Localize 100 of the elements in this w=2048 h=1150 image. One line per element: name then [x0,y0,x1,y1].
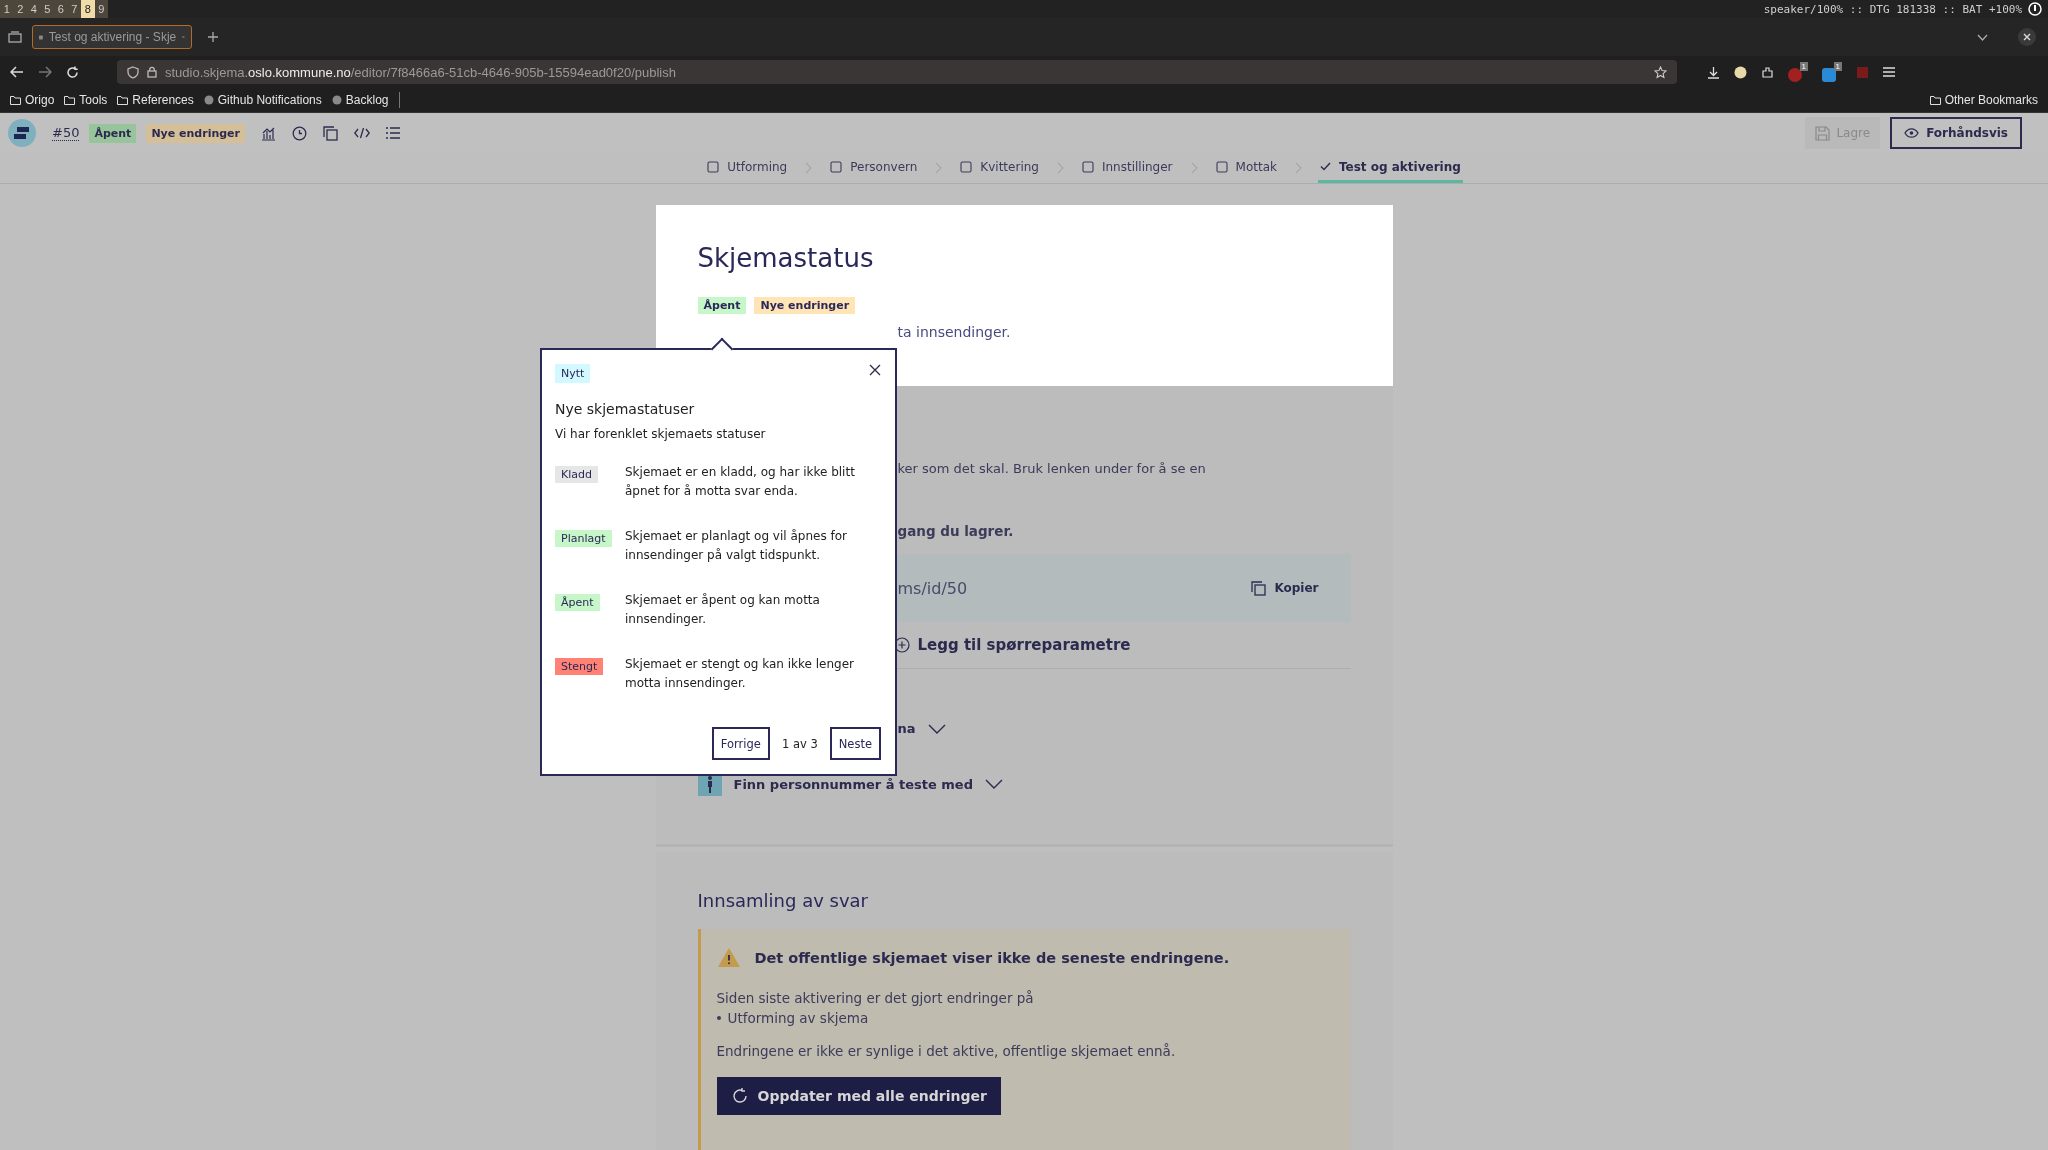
folder-icon [117,95,129,105]
status-description: Skjemaet er stengt og kan ikke lenger motta innsendinger. [625,656,855,692]
copy-icon [1251,580,1267,596]
workspace-number[interactable]: 1 [0,0,14,18]
add-parameters-button[interactable]: Legg til spørreparametre [893,636,1131,654]
copy-button[interactable]: Kopier [1245,579,1325,597]
status-description: ta innsendinger. [897,324,1012,340]
form-number: #50 [52,125,80,141]
bookmark-item[interactable]: Backlog [331,93,389,107]
menu-icon[interactable] [1883,67,1895,77]
system-status-text: speaker/100% :: DTG 181338 :: BAT +100% [1763,2,2022,16]
clock-icon[interactable] [292,125,307,141]
extension-circle-icon[interactable] [1734,65,1747,79]
list-icon[interactable] [386,127,400,139]
status-badge: Planlagt [555,530,612,547]
copy-icon[interactable] [323,125,338,141]
star-icon[interactable] [1654,65,1667,79]
status-badge: Åpent [697,297,747,314]
status-badge: Åpent [89,123,137,143]
alert-title: Det offentlige skjemaet viser ikke de seneste endringene. [754,949,1230,966]
floppy-icon [1815,125,1831,141]
chevron-right-icon [805,162,813,174]
tab-list-icon[interactable] [8,31,22,43]
status-badge: Stengt [555,658,604,675]
bookmark-item[interactable]: Github Notifications [203,93,322,107]
code-icon[interactable] [354,127,370,139]
folder-icon [10,95,21,105]
status-badge: Åpent [555,594,600,611]
bookmark-item[interactable]: Origo [10,93,55,107]
workspace-number[interactable]: 8 [81,0,95,18]
status-description: Skjemaet er åpent og kan motta innsendinger. [625,592,821,628]
close-icon[interactable] [869,364,881,376]
folder-icon [64,95,76,105]
status-badge: Nye endringer [146,123,245,143]
browser-tab[interactable]: Test og aktivering - Skje [32,25,192,49]
chevron-down-icon [985,779,1003,789]
alert-text: Siden siste aktivering er det gjort endringer på [716,990,1035,1006]
puzzle-icon[interactable] [1761,65,1774,79]
expander-button[interactable]: na [897,721,946,736]
test-intro-text: ker som det skal. Bruk lenken under for å se en [897,461,1206,476]
popup-title: Nye skjemastatuser [555,401,696,417]
check-icon [1319,162,1331,171]
previous-button[interactable]: Forrige [711,727,770,760]
popup-subtitle: Vi har forenklet skjemaets statuser [555,427,767,441]
link-text: ms/id/50 [897,578,969,598]
step-icon [830,160,843,173]
app-logo-icon[interactable] [8,119,36,147]
shield-icon [127,65,139,79]
workspace-number[interactable]: 6 [54,0,68,18]
reload-icon[interactable] [66,65,79,79]
bookmark-item[interactable]: Tools [64,93,108,107]
tab-title: Test og aktivering - Skje [48,30,177,44]
step-tab[interactable]: Utforming [705,153,790,183]
chevron-right-icon [935,162,943,174]
alert-text: Endringene er ikke er synlige i det aktive, offentlige skjemaet ennå. [716,1043,1177,1059]
chevron-down-icon[interactable] [1977,33,1988,41]
step-icon [707,160,720,173]
update-button[interactable]: Oppdater med alle endringer [716,1077,1001,1115]
status-badge: Kladd [555,466,598,483]
address-bar[interactable]: studio.skjema.oslo.kommune.no/editor/7f8466a6-51cb-4646-905b-15594ead0f20/publish [117,60,1677,84]
step-tab[interactable]: Mottak [1213,153,1279,183]
step-tab[interactable]: Kvittering [958,153,1041,183]
step-icon [1081,160,1094,173]
power-icon [2028,2,2042,16]
card-title: Skjemastatus [697,243,875,273]
download-icon[interactable] [1707,65,1720,79]
chevron-right-icon [1056,162,1064,174]
workspace-number[interactable]: 4 [27,0,41,18]
chevron-right-icon [1190,162,1198,174]
new-tab-icon[interactable] [208,32,218,42]
refresh-icon [730,1087,749,1105]
lock-icon [147,66,157,78]
chevron-down-icon [927,723,946,734]
chart-icon[interactable] [261,125,276,141]
status-badge: Nye endringer [754,297,856,314]
extension-button[interactable]: 1 [1788,62,1808,82]
close-icon[interactable] [2018,28,2036,46]
next-button[interactable]: Neste [829,727,881,760]
step-icon [960,160,973,173]
eye-icon [1904,128,1920,138]
test-note-text: gang du lagrer. [897,523,1014,539]
url-text: studio.skjema.oslo.kommune.no/editor/7f8466a6-51cb-4646-905b-15594ead0f20/publish [165,64,676,80]
warning-icon [716,947,741,968]
folder-icon [1929,95,1941,105]
section-title: Innsamling av svar [697,890,869,911]
page-indicator: 1 av 3 [781,736,818,751]
bookmark-item[interactable]: References [117,93,194,107]
status-description: Skjemaet er planlagt og vil åpnes for innsendinger på valgt tidspunkt. [625,528,848,564]
status-description: Skjemaet er en kladd, og har ikke blitt åpnet for å motta svar enda. [625,464,856,500]
back-arrow-icon[interactable] [10,66,24,78]
step-tab[interactable]: Innstillinger [1079,153,1175,183]
bookmark-folder[interactable]: Other Bookmarks [1929,93,2038,107]
alert-list-item: Utforming av skjema [716,1010,1333,1026]
extension-button[interactable]: 1 [1822,62,1842,82]
new-tag: Nytt [555,364,591,383]
forward-arrow-icon[interactable] [38,66,52,78]
step-tab[interactable]: Test og aktivering [1317,153,1463,183]
step-tab[interactable]: Personvern [828,153,920,183]
step-icon [1215,160,1228,173]
preview-button[interactable]: Forhåndsvis [1890,117,2022,149]
